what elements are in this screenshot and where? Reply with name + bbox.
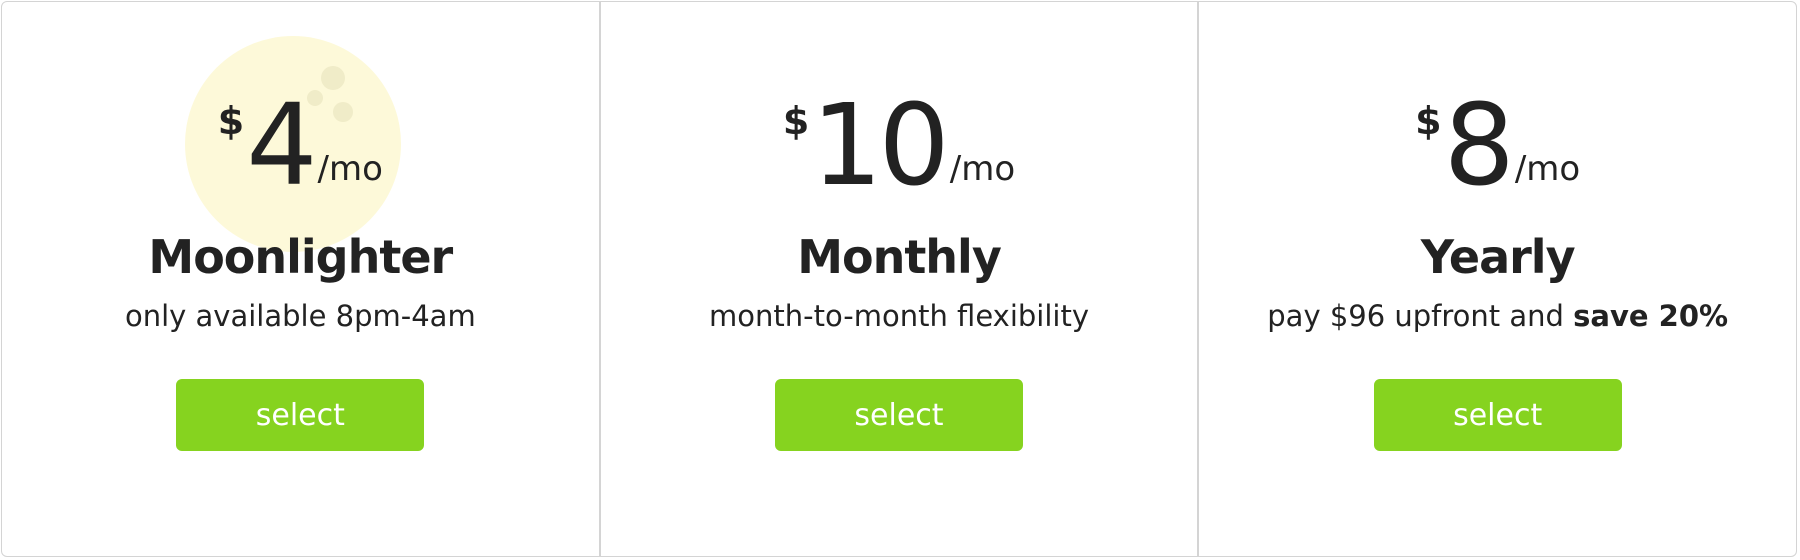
plan-price: $ 8 /mo (1415, 90, 1581, 202)
select-moonlighter-button[interactable]: select (176, 379, 425, 451)
select-monthly-button[interactable]: select (775, 379, 1023, 451)
plan-name: Monthly (797, 230, 1002, 284)
plan-description: month-to-month flexibility (709, 299, 1089, 333)
plan-savings-emphasis: save 20% (1573, 299, 1729, 333)
plan-monthly: $ 10 /mo Monthly month-to-month flexibil… (598, 2, 1198, 556)
moon-crater (321, 66, 345, 90)
plan-description-text: pay $96 upfront and (1267, 299, 1574, 333)
price-period: /mo (949, 149, 1016, 189)
price-currency: $ (782, 99, 810, 143)
plan-price: $ 4 /mo (217, 90, 383, 202)
plan-price: $ 10 /mo (782, 90, 1016, 202)
price-amount: 4 (246, 81, 317, 211)
plan-description: only available 8pm-4am (124, 299, 476, 333)
select-yearly-button[interactable]: select (1373, 379, 1622, 451)
plan-name: Yearly (1420, 230, 1576, 284)
price-currency: $ (217, 99, 245, 143)
plan-yearly: $ 8 /mo Yearly pay $96 upfront and save … (1197, 2, 1796, 556)
price-amount: 10 (811, 81, 950, 211)
plan-moonlighter: $ 4 /mo Moonlighter only available 8pm-4… (2, 2, 599, 556)
price-amount: 8 (1443, 81, 1515, 211)
pricing-plans: $ 4 /mo Moonlighter only available 8pm-4… (1, 1, 1797, 557)
price-currency: $ (1415, 99, 1442, 143)
price-period: /mo (1514, 149, 1581, 189)
price-period: /mo (317, 149, 383, 189)
plan-description: pay $96 upfront and save 20% (1267, 302, 1728, 331)
plan-name: Moonlighter (148, 230, 453, 284)
